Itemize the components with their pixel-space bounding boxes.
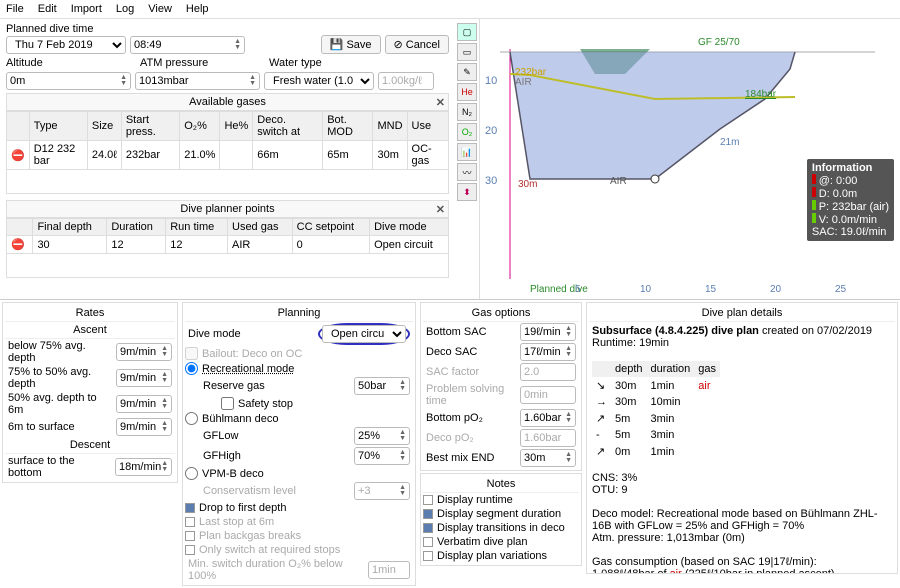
altitude-label: Altitude bbox=[6, 57, 136, 69]
dive-plan-details: Dive plan details Subsurface (4.8.4.225)… bbox=[586, 302, 898, 574]
rates-title: Rates bbox=[5, 305, 175, 322]
water-select[interactable]: Fresh water (1.00kg/ℓ) bbox=[264, 72, 374, 90]
notes-panel: Notes Display runtime Display segment du… bbox=[420, 473, 582, 566]
close-icon[interactable]: ✕ bbox=[436, 203, 445, 216]
x-tick: 5 bbox=[575, 284, 581, 295]
svg-text:10: 10 bbox=[485, 75, 497, 87]
descent-title: Descent bbox=[5, 437, 175, 454]
ascent-rate-2[interactable]: 9m/min▲▼ bbox=[116, 369, 172, 387]
svg-text:20: 20 bbox=[485, 125, 497, 137]
gas-options-title: Gas options bbox=[423, 305, 579, 322]
tool-he-icon[interactable]: He bbox=[457, 83, 477, 101]
table-row[interactable]: ⛔ D12 232 bar24.0ℓ232bar 21.0%66m 65m30m… bbox=[7, 141, 449, 170]
reserve-gas-input[interactable]: 50bar▲▼ bbox=[354, 377, 410, 395]
salinity-input: 1.00kg/ℓ bbox=[378, 72, 434, 90]
menu-bar: File Edit Import Log View Help bbox=[0, 0, 900, 19]
tool-hr-icon[interactable]: 〰 bbox=[457, 163, 477, 181]
best-mix-end-input[interactable]: 30m▲▼ bbox=[520, 449, 576, 467]
chart-tooltip: Information @: 0:00 D: 0.0m P: 232bar (a… bbox=[807, 159, 894, 241]
gases-table: TypeSizeStart press. O₂%He%Deco. switch … bbox=[6, 111, 449, 170]
save-button[interactable]: 💾 Save bbox=[321, 35, 381, 54]
tool-n2-icon[interactable]: N₂ bbox=[457, 103, 477, 121]
rec-mode-radio[interactable] bbox=[185, 362, 198, 375]
runtime-check[interactable] bbox=[423, 495, 433, 505]
x-tick: 15 bbox=[705, 284, 716, 295]
chart-air-label-2: AIR bbox=[610, 176, 627, 187]
menu-log[interactable]: Log bbox=[116, 3, 134, 15]
menu-edit[interactable]: Edit bbox=[38, 3, 57, 15]
planned-time-label: Planned dive time bbox=[6, 23, 449, 35]
vpm-radio[interactable] bbox=[185, 467, 198, 480]
safety-stop-check[interactable] bbox=[221, 397, 234, 410]
variations-check[interactable] bbox=[423, 551, 433, 561]
tool-photo-icon[interactable]: ✎ bbox=[457, 63, 477, 81]
delete-icon[interactable]: ⛔ bbox=[7, 141, 30, 170]
planner-points-header: Dive planner points✕ bbox=[6, 200, 449, 218]
tool-profile-icon[interactable]: ▢ bbox=[457, 23, 477, 41]
table-row[interactable]: ⛔ 301212 AIR0Open circuit bbox=[7, 236, 449, 254]
ascent-rate-1[interactable]: 9m/min▲▼ bbox=[116, 343, 172, 361]
menu-view[interactable]: View bbox=[148, 3, 172, 15]
close-icon[interactable]: ✕ bbox=[436, 96, 445, 109]
segdur-check[interactable] bbox=[423, 509, 433, 519]
bailout-check bbox=[185, 347, 198, 360]
ascent-rate-4[interactable]: 9m/min▲▼ bbox=[116, 418, 172, 436]
planner-table: Final depthDurationRun time Used gasCC s… bbox=[6, 218, 449, 254]
chart-air-label: AIR bbox=[515, 77, 532, 88]
tool-scale-icon[interactable]: ⬍ bbox=[457, 183, 477, 201]
gfhigh-input[interactable]: 70%▲▼ bbox=[354, 447, 410, 465]
ascent-title: Ascent bbox=[5, 322, 175, 339]
chart-toolbar: ▢ ▭ ✎ He N₂ O₂ 📊 〰 ⬍ bbox=[455, 19, 479, 299]
descent-rate[interactable]: 18m/min▲▼ bbox=[115, 458, 172, 476]
chart-21m-label: 21m bbox=[720, 137, 739, 148]
water-label: Water type bbox=[269, 57, 322, 69]
tool-ruler-icon[interactable]: ▭ bbox=[457, 43, 477, 61]
bottom-sac-input[interactable]: 19ℓ/min▲▼ bbox=[520, 323, 576, 341]
gflow-input[interactable]: 25%▲▼ bbox=[354, 427, 410, 445]
atm-input[interactable]: 1013mbar▲▼ bbox=[135, 72, 260, 90]
x-tick: 20 bbox=[770, 284, 781, 295]
dive-mode-select[interactable]: Open circuit bbox=[322, 325, 406, 343]
buhlmann-radio[interactable] bbox=[185, 412, 198, 425]
notes-title: Notes bbox=[423, 476, 579, 493]
atm-label: ATM pressure bbox=[140, 57, 265, 69]
delete-icon[interactable]: ⛔ bbox=[7, 236, 33, 254]
time-input[interactable]: 08:49▲▼ bbox=[130, 36, 245, 54]
drop-first-check[interactable] bbox=[185, 503, 195, 513]
x-tick: 10 bbox=[640, 284, 651, 295]
rates-panel: Rates Ascent below 75% avg. depth9m/min▲… bbox=[2, 302, 178, 483]
plan-table: depthdurationgas ↘30m1minair →30m10min ↗… bbox=[592, 361, 720, 460]
verbatim-check[interactable] bbox=[423, 537, 433, 547]
deco-sac-input[interactable]: 17ℓ/min▲▼ bbox=[520, 343, 576, 361]
tool-o2-icon[interactable]: O₂ bbox=[457, 123, 477, 141]
gas-options-panel: Gas options Bottom SAC19ℓ/min▲▼ Deco SAC… bbox=[420, 302, 582, 471]
ascent-rate-3[interactable]: 9m/min▲▼ bbox=[116, 395, 172, 413]
details-title: Dive plan details bbox=[589, 305, 895, 322]
svg-text:30: 30 bbox=[485, 175, 497, 187]
dive-profile-chart[interactable]: 10 20 30 232bar AIR AIR 30m 184bar 21m G… bbox=[479, 19, 900, 299]
menu-file[interactable]: File bbox=[6, 3, 24, 15]
chart-gf-label: GF 25/70 bbox=[698, 37, 740, 48]
cancel-button[interactable]: ⊘ Cancel bbox=[385, 35, 449, 54]
available-gases-header: Available gases✕ bbox=[6, 93, 449, 111]
planning-panel: Planning Dive mode Open circuit Bailout:… bbox=[182, 302, 416, 586]
planning-title: Planning bbox=[185, 305, 413, 322]
chart-184bar-label: 184bar bbox=[745, 89, 776, 100]
chart-30m-label: 30m bbox=[518, 179, 537, 190]
altitude-input[interactable]: 0m▲▼ bbox=[6, 72, 131, 90]
dive-settings-panel: Planned dive time Thu 7 Feb 2019 08:49▲▼… bbox=[0, 19, 455, 299]
bottom-po2-input[interactable]: 1.60bar▲▼ bbox=[520, 409, 576, 427]
menu-help[interactable]: Help bbox=[186, 3, 209, 15]
trans-check[interactable] bbox=[423, 523, 433, 533]
date-select[interactable]: Thu 7 Feb 2019 bbox=[6, 36, 126, 54]
tool-graph-icon[interactable]: 📊 bbox=[457, 143, 477, 161]
x-tick: 25 bbox=[835, 284, 846, 295]
menu-import[interactable]: Import bbox=[71, 3, 102, 15]
